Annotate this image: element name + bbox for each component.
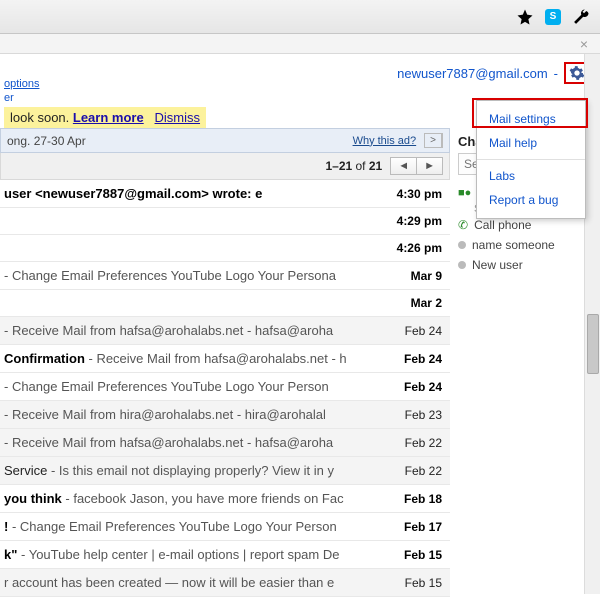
mail-list: user <newuser7887@gmail.com> wrote: e4:3… xyxy=(0,180,450,604)
next-page-button[interactable]: ► xyxy=(416,157,443,175)
camera-icon: ■● xyxy=(458,187,471,199)
mail-row[interactable]: Service - Is this email not displaying p… xyxy=(0,457,450,485)
chat-item[interactable]: name someone xyxy=(458,235,600,255)
notice-lead: look soon. xyxy=(10,110,73,125)
mail-row[interactable]: - Receive Mail from hafsa@arohalabs.net … xyxy=(0,429,450,457)
mail-subject: - Receive Mail from hafsa@arohalabs.net … xyxy=(4,435,405,450)
chat-item-label: Call phone xyxy=(474,218,531,232)
why-this-ad-link[interactable]: Why this ad? xyxy=(353,135,417,147)
mail-subject: r account has been created — now it will… xyxy=(4,575,405,590)
mail-subject: you think - facebook Jason, you have mor… xyxy=(4,491,404,506)
menu-item-mail-settings[interactable]: Mail settings xyxy=(477,107,585,131)
mail-row[interactable]: ok - facebook Hi Jason, To complete the … xyxy=(0,597,450,604)
mail-date: Mar 2 xyxy=(411,296,442,310)
settings-menu: Mail settings Mail help Labs Report a bu… xyxy=(476,100,586,219)
mail-row[interactable]: user <newuser7887@gmail.com> wrote: e4:3… xyxy=(0,180,450,208)
list-toolbar: 1–21 of 21 ◄ ► xyxy=(0,153,450,180)
chat-item-label: name someone xyxy=(472,238,555,252)
chat-item-label: New user xyxy=(472,258,523,272)
mail-date: Feb 23 xyxy=(405,408,442,422)
status-dot-icon xyxy=(458,261,466,269)
mail-row[interactable]: you think - facebook Jason, you have mor… xyxy=(0,485,450,513)
browser-chrome: S xyxy=(0,0,600,34)
ad-bar: ong. 27-30 Apr Why this ad? > xyxy=(0,128,450,153)
mail-date: Feb 18 xyxy=(404,492,442,506)
mail-row[interactable]: k" - YouTube help center | e-mail option… xyxy=(0,541,450,569)
mail-row[interactable]: - Receive Mail from hafsa@arohalabs.net … xyxy=(0,317,450,345)
ad-next-button[interactable]: > xyxy=(424,133,443,148)
notice-truncated: er xyxy=(4,92,14,104)
mail-date: 4:30 pm xyxy=(397,187,442,201)
mail-subject: user <newuser7887@gmail.com> wrote: e xyxy=(4,186,397,201)
tab-strip: × xyxy=(0,34,600,54)
menu-item-mail-help[interactable]: Mail help xyxy=(477,131,585,155)
prev-page-button[interactable]: ◄ xyxy=(390,157,416,175)
message-count: 1–21 of 21 xyxy=(325,159,382,173)
mail-row[interactable]: ! - Change Email Preferences YouTube Log… xyxy=(0,513,450,541)
mail-row[interactable]: Confirmation - Receive Mail from hafsa@a… xyxy=(0,345,450,373)
mail-subject: - Change Email Preferences YouTube Logo … xyxy=(4,268,411,283)
mail-row[interactable]: Mar 2 xyxy=(0,290,450,317)
mail-subject: - Receive Mail from hira@arohalabs.net -… xyxy=(4,407,405,422)
chat-item[interactable]: New user xyxy=(458,255,600,275)
mail-subject: ! - Change Email Preferences YouTube Log… xyxy=(4,519,404,534)
dismiss-link[interactable]: Dismiss xyxy=(155,110,201,125)
mail-subject: - Change Email Preferences YouTube Logo … xyxy=(4,379,404,394)
mail-date: Feb 24 xyxy=(404,352,442,366)
mail-date: 4:29 pm xyxy=(397,214,442,228)
mail-subject: Confirmation - Receive Mail from hafsa@a… xyxy=(4,351,404,366)
page-scrollbar[interactable] xyxy=(584,54,600,594)
mail-date: Feb 22 xyxy=(405,464,442,478)
mail-date: Feb 17 xyxy=(404,520,442,534)
menu-item-labs[interactable]: Labs xyxy=(477,164,585,188)
menu-item-report-bug[interactable]: Report a bug xyxy=(477,188,585,212)
status-dot-icon xyxy=(458,241,466,249)
skype-extension-icon[interactable]: S xyxy=(544,8,562,26)
learn-more-link[interactable]: Learn more xyxy=(73,110,144,125)
mail-subject: - Receive Mail from hafsa@arohalabs.net … xyxy=(4,323,405,338)
account-dash: - xyxy=(554,66,558,81)
mail-row[interactable]: 4:29 pm xyxy=(0,208,450,235)
mail-date: Feb 15 xyxy=(404,548,442,562)
mail-row[interactable]: - Receive Mail from hira@arohalabs.net -… xyxy=(0,401,450,429)
menu-divider xyxy=(477,159,585,160)
mail-row[interactable]: 4:26 pm xyxy=(0,235,450,262)
mail-date: 4:26 pm xyxy=(397,241,442,255)
mail-subject: Service - Is this email not displaying p… xyxy=(4,463,405,478)
account-email[interactable]: newuser7887@gmail.com xyxy=(397,66,548,81)
mail-date: Feb 22 xyxy=(405,436,442,450)
mail-row[interactable]: r account has been created — now it will… xyxy=(0,569,450,597)
wrench-icon[interactable] xyxy=(572,8,590,26)
ad-text: ong. 27-30 Apr xyxy=(7,134,86,148)
new-look-notice: look soon. Learn more Dismiss xyxy=(4,107,206,128)
chevron-right-icon: > xyxy=(425,134,442,147)
notice-options-link[interactable]: options xyxy=(4,78,39,90)
scrollbar-thumb[interactable] xyxy=(587,314,599,374)
close-icon[interactable]: × xyxy=(580,36,588,52)
mail-row[interactable]: - Change Email Preferences YouTube Logo … xyxy=(0,373,450,401)
mail-date: Feb 24 xyxy=(405,324,442,338)
mail-date: Feb 24 xyxy=(404,380,442,394)
mail-row[interactable]: - Change Email Preferences YouTube Logo … xyxy=(0,262,450,290)
mail-subject: k" - YouTube help center | e-mail option… xyxy=(4,547,404,562)
phone-icon: ✆ xyxy=(458,218,468,232)
bookmark-star-icon[interactable] xyxy=(516,8,534,26)
mail-date: Feb 15 xyxy=(405,576,442,590)
mail-date: Mar 9 xyxy=(411,269,442,283)
